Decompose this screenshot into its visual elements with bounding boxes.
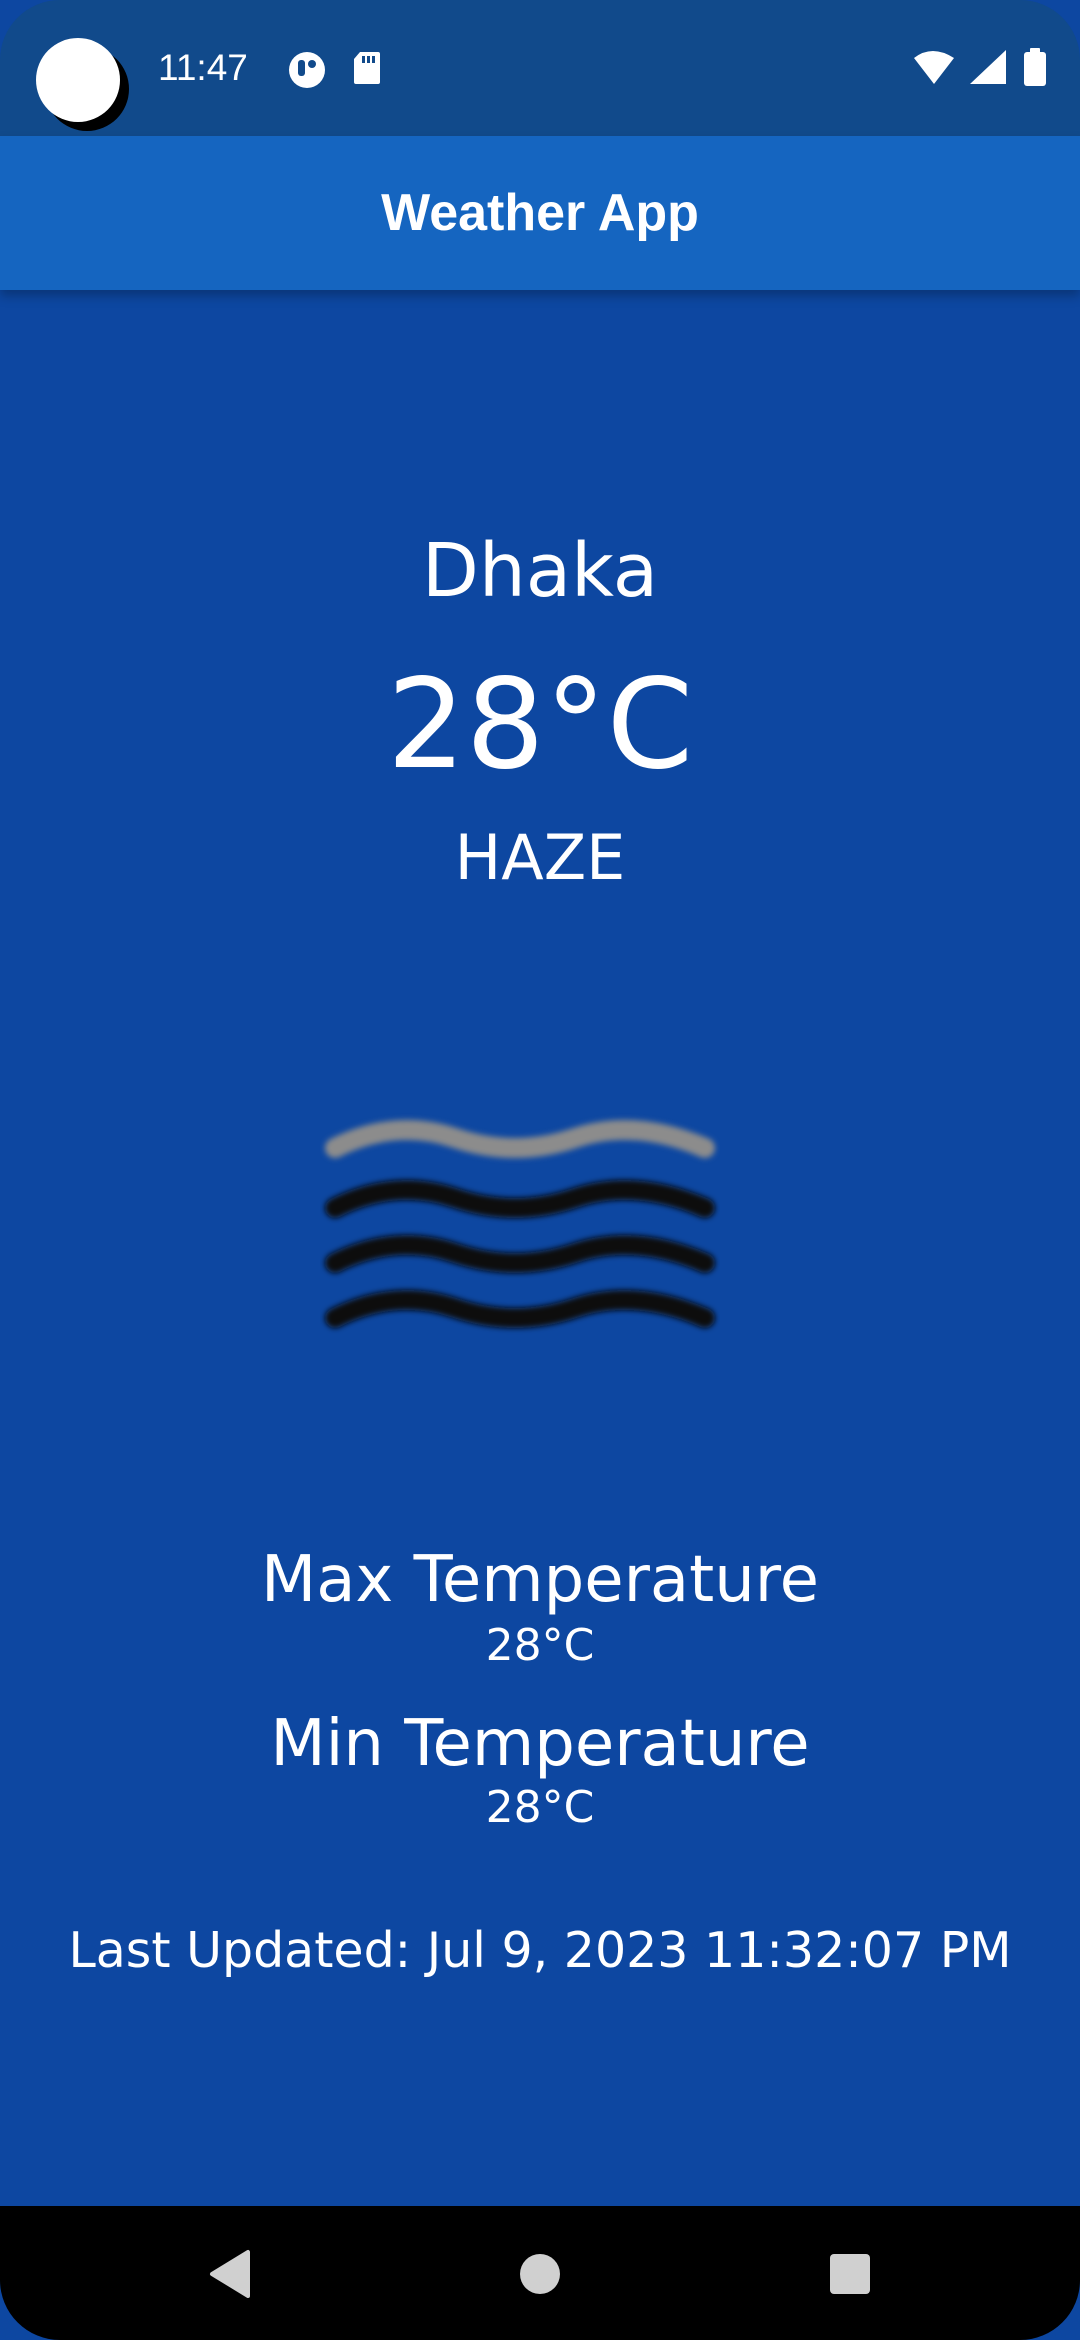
min-temperature-label: Min Temperature — [270, 1707, 810, 1781]
battery-icon — [1024, 48, 1046, 86]
camera-cutout — [36, 38, 120, 122]
city-name: Dhaka — [421, 528, 659, 614]
weather-condition: HAZE — [454, 821, 626, 894]
sd-card-icon — [354, 52, 380, 84]
max-temperature-label: Max Temperature — [260, 1543, 820, 1617]
cellular-signal-icon — [970, 50, 1006, 84]
weather-content: Dhaka 28°C HAZE Max Temperature 28°C Min… — [0, 290, 1080, 2206]
recents-icon[interactable] — [818, 2242, 882, 2306]
min-temperature-value: 28°C — [485, 1782, 595, 1833]
wifi-icon — [914, 51, 954, 84]
max-temperature-value: 28°C — [485, 1620, 595, 1671]
status-right-icons — [914, 48, 1046, 86]
current-temperature: 28°C — [386, 653, 694, 797]
last-updated-text: Last Updated: Jul 9, 2023 11:32:07 PM — [68, 1922, 1012, 1979]
notification-app-icon — [289, 52, 325, 88]
back-icon[interactable] — [198, 2242, 262, 2306]
status-time: 11:47 — [158, 47, 248, 88]
navigation-bar — [0, 2206, 1080, 2340]
haze-icon — [325, 1120, 715, 1328]
app-title: Weather App — [381, 184, 699, 242]
app-bar: Weather App — [0, 136, 1080, 290]
phone-screen: 11:47 Weather App Dhaka 28°C HAZE Max Te… — [0, 0, 1080, 2340]
home-icon[interactable] — [508, 2242, 572, 2306]
status-bar: 11:47 — [0, 0, 1080, 136]
